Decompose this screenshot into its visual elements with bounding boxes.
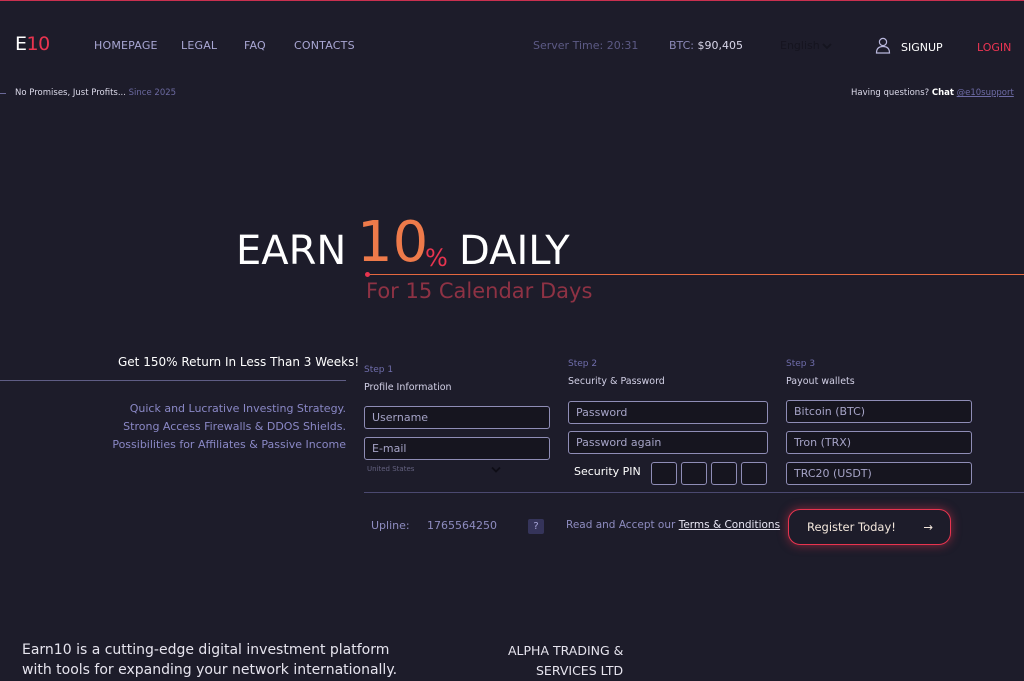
upline-value: 1765564250 [427, 519, 497, 532]
register-label: Register Today! [807, 520, 896, 534]
password-input[interactable] [568, 401, 768, 424]
pin-digit-4[interactable] [741, 462, 767, 485]
pin-digit-1[interactable] [651, 462, 677, 485]
nav-homepage[interactable]: HOMEPAGE [94, 39, 158, 52]
chevron-down-icon [822, 42, 832, 49]
step3-title: Payout wallets [786, 376, 855, 387]
language-select[interactable]: English [780, 39, 832, 52]
form-divider [364, 492, 1024, 493]
nav-contacts[interactable]: CONTACTS [294, 39, 355, 52]
country-label: United States [367, 465, 415, 473]
step2-title: Security & Password [568, 376, 665, 387]
pin-digit-3[interactable] [711, 462, 737, 485]
register-button[interactable]: Register Today! → [788, 509, 951, 545]
feature-item: Possibilities for Affiliates & Passive I… [112, 438, 346, 451]
language-label: English [780, 39, 820, 52]
terms-text: Read and Accept our Terms & Conditions [566, 519, 781, 531]
hero-divider [367, 274, 1024, 275]
arrow-right-icon: → [923, 520, 933, 534]
chevron-down-icon [491, 466, 501, 473]
info-divider [0, 380, 346, 381]
logo[interactable]: E10 [15, 33, 50, 55]
step1-label: Step 1 [364, 365, 394, 375]
help-icon[interactable]: ? [528, 519, 544, 534]
step3-label: Step 3 [786, 359, 816, 369]
usdt-wallet-input[interactable] [786, 462, 972, 485]
hero-subline: For 15 Calendar Days [366, 279, 593, 303]
hero-dot [365, 272, 370, 277]
username-input[interactable] [364, 406, 550, 429]
trx-wallet-input[interactable] [786, 431, 972, 454]
email-input[interactable] [364, 437, 550, 460]
pin-digit-2[interactable] [681, 462, 707, 485]
user-icon[interactable] [875, 37, 891, 54]
nav-faq[interactable]: FAQ [244, 39, 266, 52]
btc-wallet-input[interactable] [786, 400, 972, 423]
signup-link[interactable]: SIGNUP [901, 41, 943, 54]
hero-earn: EARN [236, 228, 347, 274]
support-contact: Having questions? Chat @e10support [851, 88, 1014, 98]
tagline-dash [0, 93, 6, 94]
security-pin-label: Security PIN [574, 465, 641, 478]
support-link[interactable]: @e10support [957, 88, 1014, 98]
return-headline: Get 150% Return In Less Than 3 Weeks! [118, 355, 360, 369]
server-time: Server Time: 20:31 [533, 39, 639, 52]
password-again-input[interactable] [568, 431, 768, 454]
step2-label: Step 2 [568, 359, 598, 369]
hero-percent: % [425, 244, 448, 272]
nav-legal[interactable]: LEGAL [181, 39, 217, 52]
tagline: No Promises, Just Profits... Since 2025 [15, 88, 177, 98]
btc-price: BTC: $90,405 [669, 39, 744, 52]
upline-label: Upline: [371, 519, 410, 532]
country-select[interactable]: United States [367, 465, 501, 473]
terms-link[interactable]: Terms & Conditions [679, 519, 780, 531]
login-link[interactable]: LOGIN [977, 41, 1011, 54]
footer-description-line2: with tools for expanding your network in… [22, 662, 398, 678]
feature-item: Quick and Lucrative Investing Strategy. [129, 402, 346, 415]
company-name-line1: ALPHA TRADING & [508, 643, 624, 658]
footer-description-line1: Earn10 is a cutting-edge digital investm… [22, 642, 390, 658]
step1-title: Profile Information [364, 382, 452, 393]
company-name-line2: SERVICES LTD [536, 663, 624, 678]
top-accent-line [0, 0, 1024, 1]
feature-item: Strong Access Firewalls & DDOS Shields. [123, 420, 346, 433]
hero-daily: DAILY [459, 228, 570, 274]
hero-number: 10 [357, 210, 429, 275]
